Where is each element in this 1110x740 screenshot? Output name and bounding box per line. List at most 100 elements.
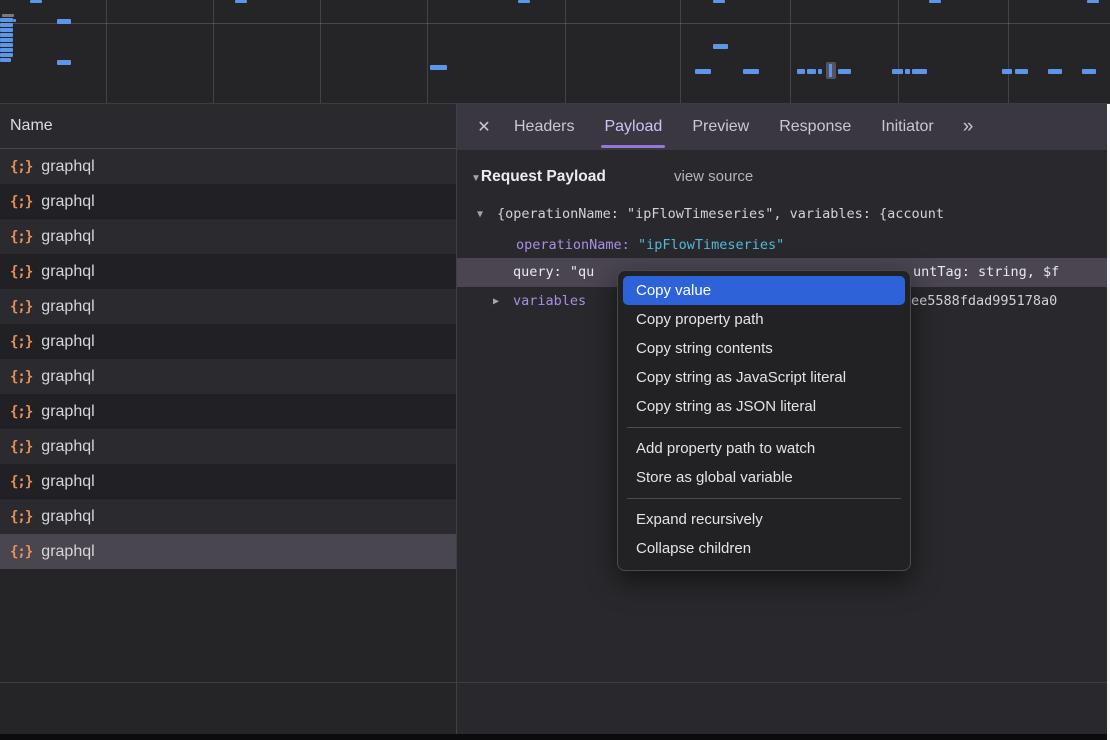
menu-item-copy-value[interactable]: Copy value [623,276,905,305]
table-row[interactable]: {;} graphql [0,254,456,289]
table-row[interactable]: {;} graphql [0,289,456,324]
request-timing-bar [518,0,530,3]
request-name-label: graphql [41,508,94,526]
request-timing-bar [1015,69,1028,74]
tab-label: Headers [514,118,574,136]
collapse-arrow-icon[interactable]: ▼ [477,200,483,229]
request-timing-bar [0,58,11,62]
request-timing-bar [929,0,941,3]
tab-payload[interactable]: Payload [589,104,677,150]
payload-root-node[interactable]: ▼ {operationName: "ipFlowTimeseries", va… [457,200,1107,229]
request-timing-bar [0,53,13,57]
request-timing-bar [892,69,903,74]
menu-item-store-as-global-variable[interactable]: Store as global variable [618,463,910,492]
tab-initiator[interactable]: Initiator [866,104,948,150]
tab-headers[interactable]: Headers [499,104,589,150]
window-bottom-edge [0,734,1107,740]
name-column-label: Name [10,117,53,135]
request-name-label: graphql [41,368,94,386]
request-timing-bar [905,69,910,74]
menu-item-add-property-path-to-watch[interactable]: Add property path to watch [618,434,910,463]
tab-response[interactable]: Response [764,104,866,150]
property-key: variables [513,287,586,316]
table-row[interactable]: {;} graphql [0,359,456,394]
selected-request-tick [829,64,832,77]
request-name-label: graphql [41,333,94,351]
request-timing-bar [0,23,13,27]
property-value-right: untTag: string, $f [913,258,1059,287]
request-timing-bar [0,38,13,42]
menu-item-copy-property-path[interactable]: Copy property path [618,305,910,334]
json-braces-icon: {;} [10,194,32,210]
menu-item-copy-string-as-json-literal[interactable]: Copy string as JSON literal [618,392,910,421]
request-timing-bar [797,69,805,74]
json-braces-icon: {;} [10,159,32,175]
request-timing-bar [0,33,13,37]
request-timing-bar [0,28,13,32]
request-timing-bar [0,43,13,47]
property-value-right: ee5588fdad995178a0 [911,287,1057,316]
menu-item-copy-string-contents[interactable]: Copy string contents [618,334,910,363]
table-row[interactable]: {;} graphql [0,219,456,254]
json-braces-icon: {;} [10,334,32,350]
selected-request-marker [826,62,836,79]
property-value: "ipFlowTimeseries" [638,237,784,253]
request-timing-bar [807,69,816,74]
request-list-body: {;} graphql {;} graphql {;} graphql {;} graphql… [0,149,456,569]
overview-gridline [680,0,681,103]
table-row[interactable]: {;} graphql [0,149,456,184]
name-column-header[interactable]: Name [0,104,456,149]
request-name-label: graphql [41,298,94,316]
request-payload-section[interactable]: ▼Request Payload view source [471,162,1107,191]
json-braces-icon: {;} [10,474,32,490]
table-row[interactable]: {;} graphql [0,464,456,499]
overview-gridline [427,0,428,103]
request-payload-title: Request Payload [481,168,606,185]
request-timing-bar [818,69,822,74]
table-row[interactable]: {;} graphql [0,184,456,219]
close-icon[interactable]: ✕ [469,104,499,150]
view-source-link[interactable]: view source [674,162,753,191]
tab-label: Initiator [881,118,933,136]
request-timing-bar [235,0,247,3]
json-braces-icon: {;} [10,229,32,245]
request-timing-bar [838,69,851,74]
request-timing-bar [2,14,14,17]
request-name-label: graphql [41,403,94,421]
request-name-label: graphql [41,158,94,176]
tabs-container: Headers PayloadPreviewResponse Initiator [499,104,949,150]
request-name-label: graphql [41,193,94,211]
request-timing-bar [713,44,728,49]
json-braces-icon: {;} [10,299,32,315]
expand-arrow-icon[interactable]: ▶ [493,287,499,316]
request-name-label: graphql [41,543,94,561]
request-timing-bar [1082,69,1096,74]
table-row[interactable]: {;}graphql [0,534,456,569]
more-tabs-icon[interactable]: » [953,116,982,138]
request-timing-bar [13,19,16,22]
table-row[interactable]: {;} graphql [0,499,456,534]
request-name-label: graphql [41,263,94,281]
table-row[interactable]: {;}graphql [0,429,456,464]
request-list: Name {;}graphql{;}graphql{;}graphql{;}gr… [0,104,457,734]
menu-separator [627,427,901,428]
menu-item-copy-string-as-javascript-literal[interactable]: Copy string as JavaScript literal [618,363,910,392]
menu-separator [627,498,901,499]
json-braces-icon: {;} [10,509,32,525]
request-name-label: graphql [41,228,94,246]
network-overview[interactable] [0,0,1110,104]
details-tab-bar: ✕ Headers PayloadPreviewResponse Initiator… [457,104,1107,150]
table-row[interactable]: {;} graphql [0,324,456,359]
overview-gridline [898,0,899,103]
menu-item-expand-recursively[interactable]: Expand recursively [618,505,910,534]
payload-operation-row[interactable]: operationName: "ipFlowTimeseries" [457,231,1107,260]
request-name-label: graphql [41,438,94,456]
tab-preview[interactable]: Preview [677,104,764,150]
json-braces-icon: {;} [10,369,32,385]
menu-item-collapse-children[interactable]: Collapse children [618,534,910,563]
table-row[interactable]: {;}graphql [0,394,456,429]
request-name-label: graphql [41,473,94,491]
json-braces-icon: {;} [10,264,32,280]
overview-gridline [565,0,566,103]
request-timing-bar [30,0,42,3]
